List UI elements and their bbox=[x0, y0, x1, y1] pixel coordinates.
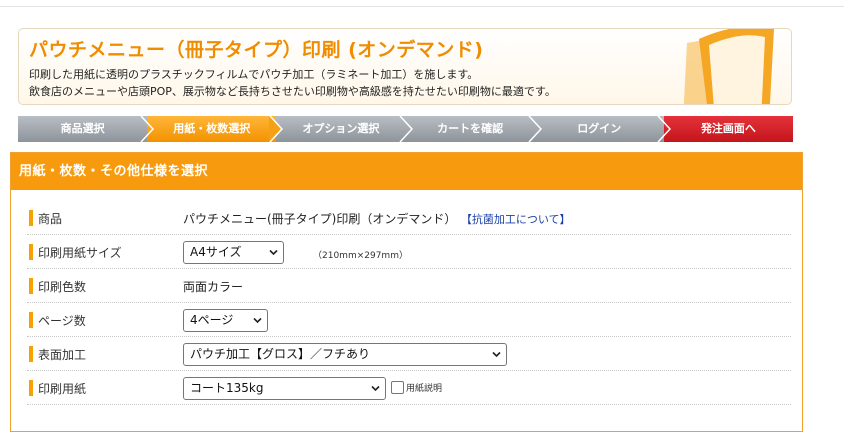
step-paper-quantity[interactable]: 用紙・枚数選択 bbox=[147, 116, 284, 142]
step-label: ログイン bbox=[577, 122, 622, 135]
chevron-right-icon bbox=[528, 116, 542, 142]
page-title: パウチメニュー（冊子タイプ）印刷 (オンデマンド) bbox=[29, 39, 484, 61]
paper-description-checkbox[interactable] bbox=[391, 381, 404, 394]
antibacterial-info-link[interactable]: 【抗菌加工について】 bbox=[466, 213, 570, 226]
row-marker bbox=[29, 244, 33, 260]
row-label: 印刷用紙 bbox=[38, 382, 87, 396]
description-line-1: 印刷した用紙に透明のプラスチックフィルムでパウチ加工（ラミネート加工）を施します… bbox=[29, 68, 479, 81]
row-marker bbox=[29, 210, 33, 226]
step-label: 商品選択 bbox=[60, 122, 105, 135]
page-count-select[interactable]: 4ページ bbox=[183, 309, 268, 332]
surface-finish-selected: パウチ加工【グロス】／フチあり bbox=[190, 347, 371, 361]
spec-form: 商品 パウチメニュー(冊子タイプ)印刷（オンデマンド） 【抗菌加工について】 印刷… bbox=[27, 201, 791, 405]
chevron-down-icon bbox=[492, 351, 501, 358]
row-paper-type: 印刷用紙 コート135kg 用紙説明 bbox=[27, 371, 791, 405]
paper-size-select[interactable]: A4サイズ bbox=[183, 241, 284, 264]
print-colors-value: 両面カラー bbox=[183, 280, 244, 294]
row-label: 印刷色数 bbox=[38, 280, 87, 294]
step-label: 用紙・枚数選択 bbox=[173, 122, 251, 135]
paper-size-selected: A4サイズ bbox=[190, 245, 242, 259]
product-name-text: パウチメニュー(冊子タイプ)印刷（オンデマンド） bbox=[183, 212, 457, 226]
page-count-selected: 4ページ bbox=[190, 313, 234, 327]
chevron-right-icon bbox=[140, 116, 155, 142]
order-step-bar: 商品選択 用紙・枚数選択 オプション選択 カートを確認 ログイン 発注画面へ bbox=[18, 116, 794, 142]
surface-finish-select[interactable]: パウチ加工【グロス】／フチあり bbox=[183, 343, 507, 366]
section-title: 用紙・枚数・その他仕様を選択 bbox=[11, 153, 802, 190]
row-label: 印刷用紙サイズ bbox=[38, 246, 122, 260]
paper-size-dimensions: （210mm×297mm） bbox=[313, 251, 408, 261]
paper-type-select[interactable]: コート135kg bbox=[183, 377, 386, 400]
chevron-down-icon bbox=[269, 249, 278, 256]
chevron-down-icon bbox=[253, 317, 262, 324]
row-marker bbox=[29, 346, 33, 362]
booklet-illustration bbox=[683, 29, 774, 104]
row-print-colors: 印刷色数 両面カラー bbox=[27, 269, 791, 303]
step-product-select[interactable]: 商品選択 bbox=[18, 116, 155, 142]
row-page-count: ページ数 4ページ bbox=[27, 303, 791, 337]
row-marker bbox=[29, 312, 33, 328]
top-divider bbox=[0, 6, 844, 7]
step-login[interactable]: ログイン bbox=[534, 116, 671, 142]
row-product: 商品 パウチメニュー(冊子タイプ)印刷（オンデマンド） 【抗菌加工について】 bbox=[27, 201, 791, 235]
chevron-down-icon bbox=[371, 385, 380, 392]
paper-description-toggle[interactable]: 用紙説明 bbox=[391, 381, 442, 394]
row-label: 表面加工 bbox=[38, 348, 87, 362]
row-marker bbox=[29, 380, 33, 396]
paper-description-label: 用紙説明 bbox=[406, 384, 443, 394]
product-name: パウチメニュー(冊子タイプ)印刷（オンデマンド） 【抗菌加工について】 bbox=[183, 210, 571, 227]
row-marker bbox=[29, 278, 33, 294]
step-label: カートを確認 bbox=[437, 122, 504, 135]
product-description: 印刷した用紙に透明のプラスチックフィルムでパウチ加工（ラミネート加工）を施します… bbox=[29, 66, 556, 100]
spec-selection-panel: 用紙・枚数・その他仕様を選択 商品 パウチメニュー(冊子タイプ)印刷（オンデマン… bbox=[10, 152, 803, 432]
row-label: 商品 bbox=[38, 212, 63, 226]
step-option-select[interactable]: オプション選択 bbox=[276, 116, 413, 142]
step-label: 発注画面へ bbox=[700, 122, 756, 135]
step-cart-confirm[interactable]: カートを確認 bbox=[405, 116, 542, 142]
row-label: ページ数 bbox=[38, 314, 86, 328]
row-paper-size: 印刷用紙サイズ A4サイズ （210mm×297mm） bbox=[27, 235, 791, 269]
step-label: オプション選択 bbox=[302, 122, 380, 135]
paper-type-selected: コート135kg bbox=[190, 381, 264, 395]
chevron-right-icon bbox=[398, 116, 413, 142]
chevron-right-icon bbox=[657, 116, 671, 142]
step-order-page[interactable]: 発注画面へ bbox=[663, 116, 794, 142]
description-line-2: 飲食店のメニューや店頭POP、展示物など長持ちさせたい印刷物や高級感を持たせたい… bbox=[29, 85, 556, 98]
chevron-right-icon bbox=[269, 116, 284, 142]
row-surface-finish: 表面加工 パウチ加工【グロス】／フチあり bbox=[27, 337, 791, 371]
product-banner: パウチメニュー（冊子タイプ）印刷 (オンデマンド) 印刷した用紙に透明のプラスチ… bbox=[18, 28, 792, 105]
